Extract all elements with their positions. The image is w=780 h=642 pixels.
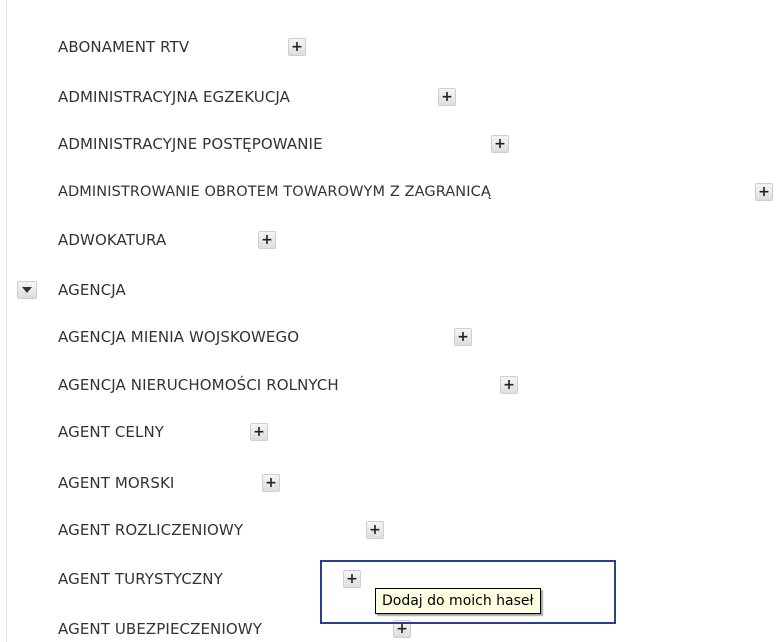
add-to-my-keywords-button[interactable]: + <box>454 328 472 346</box>
tree-item-adwokatura[interactable]: ADWOKATURA <box>58 228 166 252</box>
add-to-my-keywords-button[interactable]: + <box>438 88 456 106</box>
tree-node-label: AGENCJA <box>58 281 126 299</box>
tree-item-label: ABONAMENT RTV <box>58 38 190 56</box>
add-to-my-keywords-button[interactable]: + <box>500 376 518 394</box>
add-to-my-keywords-button[interactable]: + <box>491 135 509 153</box>
tree-item-label: ADMINISTRACYJNA EGZEKUCJA <box>58 88 291 106</box>
add-to-my-keywords-button[interactable]: + <box>258 231 276 249</box>
tree-node-agencja[interactable]: AGENCJA <box>58 278 126 302</box>
tree-item-agent-ubezpieczeniowy[interactable]: AGENT UBEZPIECZENIOWY <box>58 617 262 641</box>
tree-item-label: AGENT UBEZPIECZENIOWY <box>58 620 262 638</box>
tree-item-agent-celny[interactable]: AGENT CELNY <box>58 420 164 444</box>
add-to-my-keywords-button[interactable]: + <box>262 474 280 492</box>
panel-left-border <box>6 0 7 642</box>
add-to-my-keywords-button[interactable]: + <box>755 183 773 201</box>
tree-item-label: AGENT ROZLICZENIOWY <box>58 521 244 539</box>
tree-item-abonament-rtv[interactable]: ABONAMENT RTV <box>58 35 189 59</box>
tree-item-label: AGENT TURYSTYCZNY <box>58 570 223 588</box>
tree-item-agent-turystyczny[interactable]: AGENT TURYSTYCZNY <box>58 567 223 591</box>
tree-item-agencja-mienia-wojskowego[interactable]: AGENCJA MIENIA WOJSKOWEGO <box>58 325 299 349</box>
chevron-down-icon <box>22 287 32 293</box>
keyword-tree-panel: ABONAMENT RTV + ADMINISTRACYJNA EGZEKUCJ… <box>0 0 780 642</box>
tree-item-label: AGENCJA MIENIA WOJSKOWEGO <box>58 328 300 346</box>
tree-item-label: AGENT CELNY <box>58 423 165 441</box>
tree-item-label: ADMINISTRACYJNE POSTĘPOWANIE <box>58 135 323 153</box>
tooltip-text: Dodaj do moich haseł <box>382 593 534 609</box>
add-to-my-keywords-button[interactable]: + <box>250 423 268 441</box>
tree-item-label: AGENT MORSKI <box>58 474 175 492</box>
tree-item-administracyjne-postepowanie[interactable]: ADMINISTRACYJNE POSTĘPOWANIE <box>58 132 323 156</box>
tree-item-administracyjna-egzekucja[interactable]: ADMINISTRACYJNA EGZEKUCJA <box>58 85 290 109</box>
tooltip: Dodaj do moich haseł <box>375 588 541 614</box>
tree-item-label: ADMINISTROWANIE OBROTEM TOWAROWYM Z ZAGR… <box>58 184 491 200</box>
collapse-toggle[interactable] <box>17 281 37 299</box>
tree-item-label: AGENCJA NIERUCHOMOŚCI ROLNYCH <box>58 376 339 394</box>
tree-item-agent-morski[interactable]: AGENT MORSKI <box>58 471 174 495</box>
tree-item-label: ADWOKATURA <box>58 231 167 249</box>
add-to-my-keywords-button[interactable]: + <box>288 38 306 56</box>
tree-item-agencja-nieruchomosci-rolnych[interactable]: AGENCJA NIERUCHOMOŚCI ROLNYCH <box>58 373 339 397</box>
tree-item-agent-rozliczeniowy[interactable]: AGENT ROZLICZENIOWY <box>58 518 243 542</box>
tree-item-administrowanie-obrotem[interactable]: ADMINISTROWANIE OBROTEM TOWAROWYM Z ZAGR… <box>58 180 491 204</box>
add-to-my-keywords-button[interactable]: + <box>366 521 384 539</box>
